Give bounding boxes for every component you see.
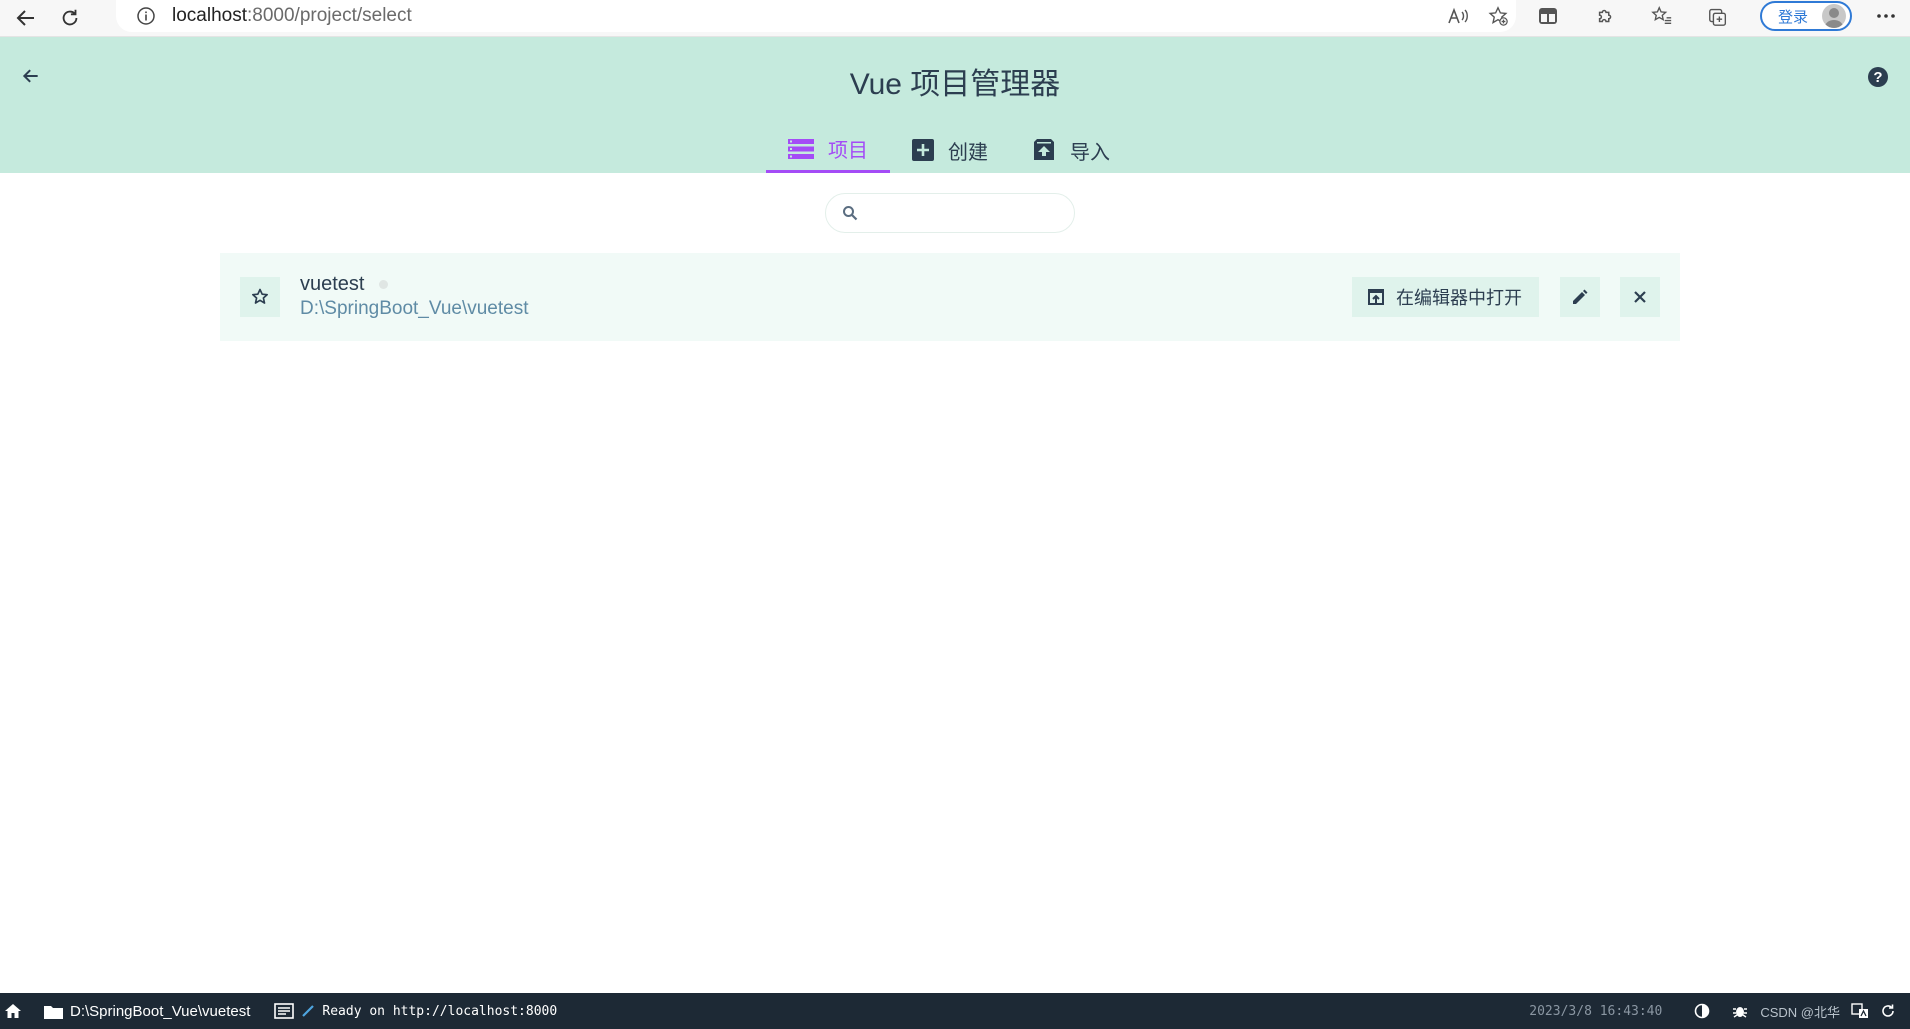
folder-icon (44, 1005, 63, 1019)
split-screen-icon (1538, 8, 1557, 24)
edit-project-button[interactable] (1560, 277, 1600, 317)
page-title: Vue 项目管理器 (849, 68, 1061, 101)
avatar (1822, 4, 1846, 28)
favorite-toggle-button[interactable] (240, 277, 280, 317)
contrast-icon (1695, 1003, 1710, 1019)
address-bar[interactable]: localhost:8000/project/select (116, 0, 1516, 32)
tab-label: 项目 (828, 140, 868, 162)
unarchive-icon (1034, 139, 1054, 160)
project-search[interactable] (825, 193, 1075, 233)
search-input[interactable] (868, 204, 1068, 222)
status-bar: D:\SpringBoot_Vue\vuetest Ready on http:… (0, 993, 1910, 1029)
translate-icon (1851, 1003, 1868, 1018)
log-message: Ready on http://localhost:8000 (322, 1003, 558, 1019)
bug-icon (1733, 1007, 1748, 1018)
status-bar-right: 2023/3/8 16:43:40 CSDN @北华 (1529, 993, 1902, 1029)
open-in-editor-label: 在编辑器中打开 (1396, 288, 1522, 308)
remove-project-button[interactable] (1620, 277, 1660, 317)
tab-import[interactable]: 导入 (1010, 127, 1132, 173)
app-header: Vue 项目管理器 ? 项目 创建 导入 (0, 37, 1910, 173)
favorites-button[interactable] (1634, 0, 1690, 32)
read-aloud-icon (1448, 7, 1468, 24)
bug-report-button[interactable] (1726, 1003, 1754, 1019)
login-label: 登录 (1777, 8, 1808, 26)
home-icon (5, 1004, 21, 1018)
help-icon: ? (1873, 68, 1883, 86)
collections-icon (1709, 8, 1727, 26)
browser-toolbar: localhost:8000/project/select 登录 (0, 0, 1910, 37)
add-box-icon (912, 139, 934, 161)
url-text: localhost:8000/project/select (172, 5, 412, 27)
watermark-text: CSDN @北华 (1760, 1004, 1840, 1020)
collections-button[interactable] (1690, 0, 1746, 32)
check-icon (302, 1005, 315, 1017)
puzzle-icon (1598, 9, 1612, 23)
more-dots-icon (1877, 14, 1895, 18)
search-icon (843, 206, 858, 221)
star-outline-icon (252, 288, 268, 304)
console-log-button[interactable]: Ready on http://localhost:8000 (266, 993, 565, 1029)
read-aloud-button[interactable] (1438, 0, 1478, 32)
more-button[interactable] (1866, 0, 1906, 32)
login-button[interactable]: 登录 (1759, 1, 1852, 31)
project-path: D:\SpringBoot_Vue\vuetest (300, 298, 529, 319)
pencil-icon (1573, 289, 1588, 304)
split-screen-button[interactable] (1518, 0, 1578, 32)
list-icon (788, 138, 814, 159)
url-host: localhost (172, 5, 247, 26)
extensions-button[interactable] (1578, 0, 1634, 32)
open-in-browser-icon (1368, 289, 1384, 305)
browser-refresh-button[interactable] (52, 3, 88, 33)
tab-create[interactable]: 创建 (890, 127, 1010, 173)
project-list-item[interactable]: vuetest D:\SpringBoot_Vue\vuetest 在编辑器中打… (220, 253, 1680, 341)
refresh-icon (1882, 1004, 1894, 1017)
tab-projects[interactable]: 项目 (766, 127, 890, 173)
tab-label: 导入 (1070, 141, 1110, 164)
project-status-dot (379, 280, 389, 289)
favorites-list-icon (1651, 6, 1672, 25)
url-path: :8000/project/select (247, 5, 412, 26)
current-directory-label: D:\SpringBoot_Vue\vuetest (70, 1002, 251, 1020)
current-directory[interactable]: D:\SpringBoot_Vue\vuetest (36, 993, 258, 1029)
open-in-editor-button[interactable]: 在编辑器中打开 (1352, 277, 1539, 317)
tab-label: 创建 (948, 141, 988, 164)
add-favorite-button[interactable] (1478, 0, 1518, 32)
refresh-icon (62, 9, 78, 26)
console-icon (274, 1003, 295, 1019)
project-name-row: vuetest (300, 273, 389, 296)
star-add-icon (1488, 6, 1508, 26)
refresh-status-button[interactable] (1874, 1003, 1902, 1019)
browser-actions: 登录 (1438, 0, 1910, 32)
close-icon (1634, 291, 1646, 303)
project-name: vuetest (300, 273, 365, 295)
theme-toggle-button[interactable] (1688, 1003, 1716, 1019)
status-time: 2023/3/8 16:43:40 (1529, 1003, 1663, 1019)
info-icon[interactable] (136, 6, 156, 26)
arrow-left-icon (16, 10, 34, 26)
browser-back-button[interactable] (8, 3, 44, 33)
home-button[interactable] (0, 993, 26, 1029)
translate-button[interactable] (1846, 1003, 1874, 1019)
help-button[interactable]: ? (1868, 67, 1888, 87)
tab-bar: 项目 创建 导入 (766, 127, 1132, 173)
